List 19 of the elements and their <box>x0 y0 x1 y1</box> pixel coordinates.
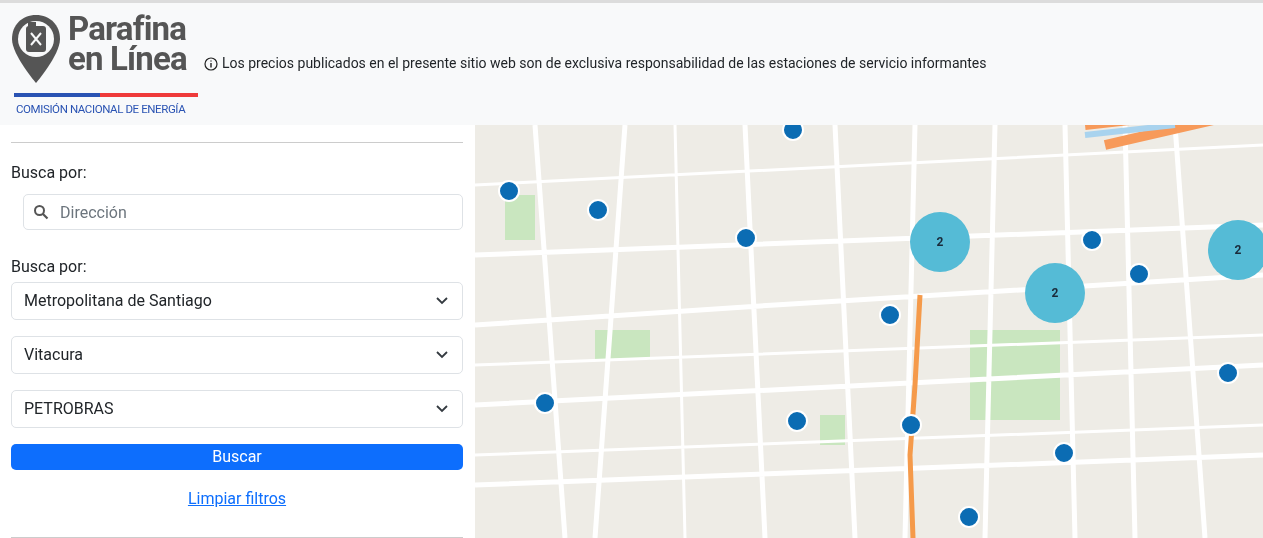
fuel-pin-logo-icon <box>10 13 62 85</box>
search-icon <box>33 204 49 220</box>
station-marker[interactable] <box>782 125 804 141</box>
field-label: Busca por: <box>11 256 88 278</box>
info-icon <box>204 56 218 71</box>
logo-title: en Línea <box>68 44 187 74</box>
chevron-down-icon <box>436 405 448 413</box>
clear-filters-link[interactable]: Limpiar filtros <box>187 487 287 511</box>
chevron-down-icon <box>436 351 448 359</box>
chevron-down-icon <box>436 297 448 305</box>
disclaimer-text: Los precios publicados en el presente sitio web son de exclusiva responsabilidad de las estaciones de servicio informantes <box>222 54 987 73</box>
field-label: Busca por: <box>11 162 88 184</box>
address-search-field[interactable]: Dirección <box>23 194 463 230</box>
dropdown-select[interactable]: Vitacura <box>11 336 463 374</box>
dropdown-select[interactable]: PETROBRAS <box>11 390 463 428</box>
dropdown-select[interactable]: Metropolitana de Santiago <box>11 282 463 320</box>
logo-title: Parafina <box>68 14 187 44</box>
search-button[interactable]: Buscar <box>11 444 463 470</box>
logo-subtitle: COMISIÓN NACIONAL DE ENERGÍA <box>16 101 187 118</box>
